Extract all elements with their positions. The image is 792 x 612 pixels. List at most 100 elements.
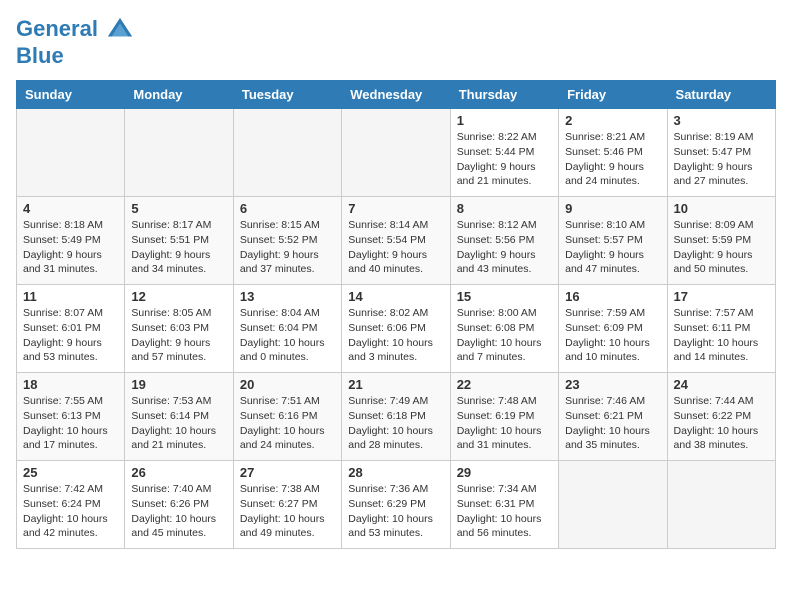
page-header: General Blue — [16, 16, 776, 68]
calendar-cell — [667, 461, 775, 549]
day-of-week-friday: Friday — [559, 81, 667, 109]
day-number: 10 — [674, 201, 769, 216]
calendar-cell: 21Sunrise: 7:49 AM Sunset: 6:18 PM Dayli… — [342, 373, 450, 461]
day-number: 25 — [23, 465, 118, 480]
day-info: Sunrise: 8:14 AM Sunset: 5:54 PM Dayligh… — [348, 218, 443, 277]
day-number: 3 — [674, 113, 769, 128]
day-info: Sunrise: 7:48 AM Sunset: 6:19 PM Dayligh… — [457, 394, 552, 453]
calendar-cell: 9 Sunrise: 8:10 AM Sunset: 5:57 PM Daylig… — [559, 197, 667, 285]
day-info: Sunrise: 7:51 AM Sunset: 6:16 PM Dayligh… — [240, 394, 335, 453]
calendar-cell: 24Sunrise: 7:44 AM Sunset: 6:22 PM Dayli… — [667, 373, 775, 461]
day-number: 27 — [240, 465, 335, 480]
day-info: Sunrise: 8:19 AM Sunset: 5:47 PM Dayligh… — [674, 130, 769, 189]
day-info: Sunrise: 8:22 AM Sunset: 5:44 PM Dayligh… — [457, 130, 552, 189]
day-number: 4 — [23, 201, 118, 216]
day-number: 17 — [674, 289, 769, 304]
day-info: Sunrise: 8:04 AM Sunset: 6:04 PM Dayligh… — [240, 306, 335, 365]
day-info: Sunrise: 8:07 AM Sunset: 6:01 PM Dayligh… — [23, 306, 118, 365]
day-info: Sunrise: 8:00 AM Sunset: 6:08 PM Dayligh… — [457, 306, 552, 365]
day-info: Sunrise: 7:36 AM Sunset: 6:29 PM Dayligh… — [348, 482, 443, 541]
day-number: 18 — [23, 377, 118, 392]
week-row-3: 11 Sunrise: 8:07 AM Sunset: 6:01 PM Dayli… — [17, 285, 776, 373]
day-number: 6 — [240, 201, 335, 216]
calendar-cell: 17 Sunrise: 7:57 AM Sunset: 6:11 PM Dayli… — [667, 285, 775, 373]
week-row-4: 18 Sunrise: 7:55 AM Sunset: 6:13 PM Dayli… — [17, 373, 776, 461]
calendar-cell: 2Sunrise: 8:21 AM Sunset: 5:46 PM Daylig… — [559, 109, 667, 197]
day-of-week-monday: Monday — [125, 81, 233, 109]
day-info: Sunrise: 7:55 AM Sunset: 6:13 PM Dayligh… — [23, 394, 118, 453]
calendar-cell: 3 Sunrise: 8:19 AM Sunset: 5:47 PM Daylig… — [667, 109, 775, 197]
day-number: 9 — [565, 201, 660, 216]
day-number: 24 — [674, 377, 769, 392]
day-number: 26 — [131, 465, 226, 480]
calendar-cell — [342, 109, 450, 197]
calendar-cell: 26 Sunrise: 7:40 AM Sunset: 6:26 PM Dayli… — [125, 461, 233, 549]
calendar-cell: 29 Sunrise: 7:34 AM Sunset: 6:31 PM Dayli… — [450, 461, 558, 549]
calendar-cell: 22 Sunrise: 7:48 AM Sunset: 6:19 PM Dayli… — [450, 373, 558, 461]
day-number: 15 — [457, 289, 552, 304]
logo-blue-text: Blue — [16, 44, 134, 68]
day-number: 16 — [565, 289, 660, 304]
day-number: 22 — [457, 377, 552, 392]
day-number: 23 — [565, 377, 660, 392]
day-of-week-thursday: Thursday — [450, 81, 558, 109]
calendar-table: SundayMondayTuesdayWednesdayThursdayFrid… — [16, 80, 776, 549]
day-number: 5 — [131, 201, 226, 216]
day-info: Sunrise: 7:34 AM Sunset: 6:31 PM Dayligh… — [457, 482, 552, 541]
calendar-cell: 11 Sunrise: 8:07 AM Sunset: 6:01 PM Dayli… — [17, 285, 125, 373]
calendar-cell: 16 Sunrise: 7:59 AM Sunset: 6:09 PM Dayli… — [559, 285, 667, 373]
calendar-cell: 7 Sunrise: 8:14 AM Sunset: 5:54 PM Daylig… — [342, 197, 450, 285]
day-number: 19 — [131, 377, 226, 392]
day-number: 29 — [457, 465, 552, 480]
day-number: 28 — [348, 465, 443, 480]
day-info: Sunrise: 7:53 AM Sunset: 6:14 PM Dayligh… — [131, 394, 226, 453]
day-info: Sunrise: 8:05 AM Sunset: 6:03 PM Dayligh… — [131, 306, 226, 365]
header-row: SundayMondayTuesdayWednesdayThursdayFrid… — [17, 81, 776, 109]
day-number: 20 — [240, 377, 335, 392]
calendar-cell: 1 Sunrise: 8:22 AM Sunset: 5:44 PM Daylig… — [450, 109, 558, 197]
day-number: 12 — [131, 289, 226, 304]
day-of-week-saturday: Saturday — [667, 81, 775, 109]
day-info: Sunrise: 8:15 AM Sunset: 5:52 PM Dayligh… — [240, 218, 335, 277]
day-info: Sunrise: 7:59 AM Sunset: 6:09 PM Dayligh… — [565, 306, 660, 365]
calendar-cell — [559, 461, 667, 549]
day-info: Sunrise: 8:17 AM Sunset: 5:51 PM Dayligh… — [131, 218, 226, 277]
day-info: Sunrise: 7:42 AM Sunset: 6:24 PM Dayligh… — [23, 482, 118, 541]
calendar-cell: 19 Sunrise: 7:53 AM Sunset: 6:14 PM Dayli… — [125, 373, 233, 461]
week-row-2: 4 Sunrise: 8:18 AM Sunset: 5:49 PM Daylig… — [17, 197, 776, 285]
day-of-week-tuesday: Tuesday — [233, 81, 341, 109]
calendar-cell: 5 Sunrise: 8:17 AM Sunset: 5:51 PM Daylig… — [125, 197, 233, 285]
day-number: 11 — [23, 289, 118, 304]
calendar-cell: 18 Sunrise: 7:55 AM Sunset: 6:13 PM Dayli… — [17, 373, 125, 461]
day-number: 8 — [457, 201, 552, 216]
calendar-cell: 10 Sunrise: 8:09 AM Sunset: 5:59 PM Dayli… — [667, 197, 775, 285]
day-info: Sunrise: 8:18 AM Sunset: 5:49 PM Dayligh… — [23, 218, 118, 277]
calendar-cell — [125, 109, 233, 197]
day-info: Sunrise: 7:46 AM Sunset: 6:21 PM Dayligh… — [565, 394, 660, 453]
week-row-1: 1 Sunrise: 8:22 AM Sunset: 5:44 PM Daylig… — [17, 109, 776, 197]
calendar-cell: 15 Sunrise: 8:00 AM Sunset: 6:08 PM Dayli… — [450, 285, 558, 373]
day-info: Sunrise: 7:40 AM Sunset: 6:26 PM Dayligh… — [131, 482, 226, 541]
day-number: 13 — [240, 289, 335, 304]
calendar-cell: 12 Sunrise: 8:05 AM Sunset: 6:03 PM Dayli… — [125, 285, 233, 373]
day-of-week-wednesday: Wednesday — [342, 81, 450, 109]
logo: General Blue — [16, 16, 134, 68]
day-info: Sunrise: 7:49 AM Sunset: 6:18 PM Dayligh… — [348, 394, 443, 453]
day-of-week-sunday: Sunday — [17, 81, 125, 109]
calendar-cell: 25 Sunrise: 7:42 AM Sunset: 6:24 PM Dayli… — [17, 461, 125, 549]
calendar-cell: 27 Sunrise: 7:38 AM Sunset: 6:27 PM Dayli… — [233, 461, 341, 549]
day-number: 1 — [457, 113, 552, 128]
logo-text: General — [16, 16, 134, 44]
day-number: 7 — [348, 201, 443, 216]
day-info: Sunrise: 8:10 AM Sunset: 5:57 PM Dayligh… — [565, 218, 660, 277]
calendar-cell: 28 Sunrise: 7:36 AM Sunset: 6:29 PM Dayli… — [342, 461, 450, 549]
day-info: Sunrise: 8:09 AM Sunset: 5:59 PM Dayligh… — [674, 218, 769, 277]
calendar-cell — [17, 109, 125, 197]
day-info: Sunrise: 7:38 AM Sunset: 6:27 PM Dayligh… — [240, 482, 335, 541]
day-number: 14 — [348, 289, 443, 304]
calendar-cell: 13 Sunrise: 8:04 AM Sunset: 6:04 PM Dayli… — [233, 285, 341, 373]
day-info: Sunrise: 8:02 AM Sunset: 6:06 PM Dayligh… — [348, 306, 443, 365]
day-info: Sunrise: 7:57 AM Sunset: 6:11 PM Dayligh… — [674, 306, 769, 365]
calendar-cell — [233, 109, 341, 197]
week-row-5: 25 Sunrise: 7:42 AM Sunset: 6:24 PM Dayli… — [17, 461, 776, 549]
